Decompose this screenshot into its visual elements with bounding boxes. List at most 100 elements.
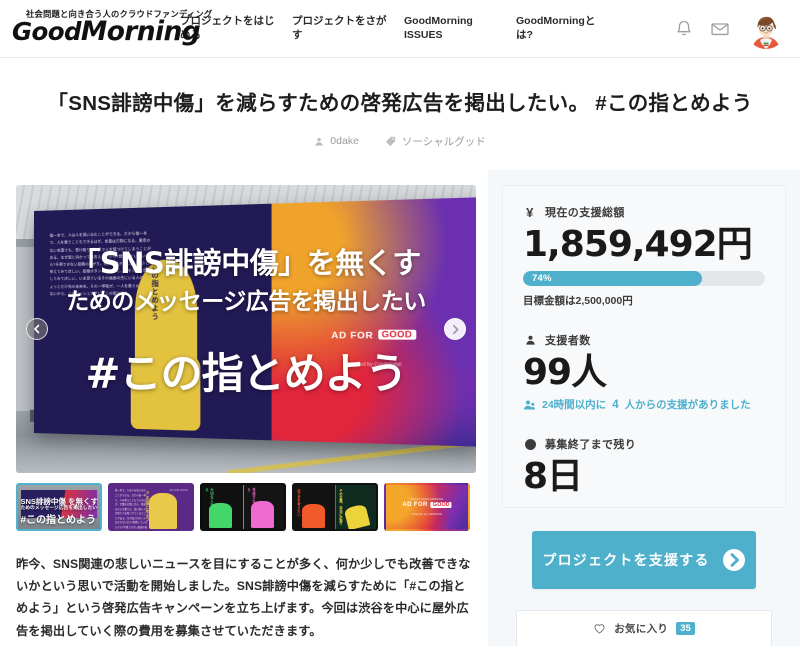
recent-support-note: 24時間以内に 4 人からの支援がありました (523, 397, 765, 412)
thumb-4-left: 伝え方を考えたい (294, 485, 335, 529)
thumb-3-green-text: 大切な人を守りたいから (204, 487, 214, 526)
thumb-image-5: SOCIAL GOOD CAMPAIGN AD FOR GOOD Powered… (386, 485, 468, 529)
category-name: ソーシャルグッド (401, 135, 486, 148)
deadline-label-row: 募集終了まで残り (523, 436, 765, 452)
pointing-hand-icon (149, 492, 178, 529)
ad-for-good-badge: GOOD (378, 329, 417, 340)
deadline-value: 8日 (523, 456, 583, 497)
favorite-count: 35 (676, 622, 695, 635)
deadline-block: 募集終了まで残り 8日 (523, 436, 765, 499)
header-actions (674, 8, 800, 49)
thumb-3-right: 見逃さないで欲しいから (243, 485, 284, 529)
thumb-2-vertical: #この指とめよう (145, 491, 151, 522)
recent-note-post: 人からの支援がありました (624, 399, 751, 411)
funding-stats-card: ¥ 現在の支援総額 1,859,492円 74% 目標金額は2,500,000円 (502, 185, 786, 508)
thumb-line-3: #この指とめよう (20, 514, 97, 526)
orange-hand-icon (302, 503, 326, 529)
recent-note-pre: 24時間以内に (542, 399, 607, 411)
project-meta: 0dake ソーシャルグッド (0, 134, 800, 149)
amount-block: ¥ 現在の支援総額 1,859,492円 74% 目標金額は2,500,000円 (523, 204, 765, 308)
pointing-hand-graphic (135, 259, 198, 432)
thumb-orange-yellow-hands[interactable]: 伝え方を考えたい その言葉、本当に必要? (292, 483, 378, 531)
bell-icon[interactable] (674, 19, 694, 39)
carousel-prev-button[interactable] (26, 318, 48, 340)
funding-progress-fill: 74% (523, 271, 703, 286)
author-meta[interactable]: 0dake (314, 135, 359, 147)
thumb-4-orange-text: 伝え方を考えたい (296, 488, 301, 516)
person-icon (314, 136, 324, 147)
carousel-next-button[interactable] (444, 318, 466, 340)
amount-value: 1,859,492円 (523, 224, 753, 265)
thumb-2-tag: AD FOR GOOD (169, 488, 188, 492)
billboard-copy-text: 指一本で、人は人を追い込むことができる。だから指一本で、人を救うこともできるはず… (50, 231, 152, 296)
thumb-5-logo: AD FOR GOOD (402, 502, 452, 509)
ad-for-good-logo: AD FOR GOOD (331, 329, 417, 341)
ad-for-good-text: AD FOR (331, 329, 374, 341)
site-header: 社会問題と向き合う人のクラウドファンディング GoodMorning プロジェク… (0, 0, 800, 58)
support-project-button[interactable]: プロジェクトを支援する (532, 531, 756, 589)
thumb-4-right: その言葉、本当に必要? (335, 485, 376, 529)
thumb-image-1: SNS誹謗中傷 を無くす ためのメッセージ広告を掲出したい #この指とめよう (18, 485, 100, 529)
deadline-label: 募集終了まで残り (545, 439, 637, 451)
supporters-label-row: 支援者数 (523, 332, 765, 348)
content-area: 指一本で、人は人を追い込むことができる。だから指一本で、人を救うこともできるはず… (0, 170, 800, 646)
mail-icon[interactable] (710, 19, 730, 39)
amount-label-row: ¥ 現在の支援総額 (523, 204, 765, 220)
page-title: 「SNS誹謗中傷」を減らすための啓発広告を掲出したい。 #この指とめよう (47, 92, 753, 115)
thumb-4-yellow-text: その言葉、本当に必要? (338, 488, 343, 525)
project-page: 社会問題と向き合う人のクラウドファンディング GoodMorning プロジェク… (0, 0, 800, 646)
thumb-purple-hand[interactable]: 指一本で、人は人を追い込むことができる。だから指一本で、人を救うこともできるはず… (108, 483, 194, 531)
billboard-left-panel: 指一本で、人は人を追い込むことができる。だから指一本で、人を救うこともできるはず… (34, 203, 272, 441)
hero-photo: 指一本で、人は人を追い込むことができる。だから指一本で、人を救うこともできるはず… (16, 185, 476, 473)
thumb-5-bottom-text: Powered by CAMPFIRE (412, 512, 442, 517)
thumb-3-left: 大切な人を守りたいから (202, 485, 243, 529)
divider-1 (523, 314, 765, 332)
favorite-label: お気に入り (614, 623, 669, 635)
user-avatar[interactable] (746, 8, 786, 49)
author-name: 0dake (330, 135, 359, 148)
billboard-vertical-text: #この指とめよう (151, 257, 159, 321)
funding-progress-bar: 74% (523, 271, 765, 286)
thumb-5-text: AD FOR (402, 502, 428, 509)
supporters-value: 99人 (523, 352, 607, 393)
supporters-label: 支援者数 (545, 335, 591, 347)
yellow-hand-icon (344, 503, 371, 529)
thumb-billboard-station[interactable]: SNS誹謗中傷 を無くす ためのメッセージ広告を掲出したい #この指とめよう (16, 483, 102, 531)
nav-find-project[interactable]: プロジェクトをさがす (292, 14, 388, 42)
thumb-5-badge: GOOD (430, 502, 452, 509)
billboard-poster: 指一本で、人は人を追い込むことができる。だから指一本で、人を救うこともできるはず… (34, 197, 476, 447)
favorite-button[interactable]: お気に入り 35 (516, 610, 772, 646)
recent-note-count: 4 (612, 398, 619, 411)
main-nav: プロジェクトをはじめる プロジェクトをさがす GoodMorning ISSUE… (180, 0, 674, 58)
goal-amount-text: 目標金額は2,500,000円 (523, 295, 633, 307)
amount-label: 現在の支援総額 (545, 207, 625, 219)
brand-logo-good: Good (12, 16, 82, 46)
hero-carousel[interactable]: 指一本で、人は人を追い込むことができる。だから指一本で、人を救うこともできるはず… (16, 185, 476, 473)
left-column: 指一本で、人は人を追い込むことができる。だから指一本で、人を救うこともできるはず… (0, 170, 488, 642)
right-column: ¥ 現在の支援総額 1,859,492円 74% 目標金額は2,500,000円 (488, 170, 800, 646)
thumbnail-strip: SNS誹謗中傷 を無くす ためのメッセージ広告を掲出したい #この指とめよう 指… (16, 483, 476, 531)
site-logo[interactable]: 社会問題と向き合う人のクラウドファンディング GoodMorning (0, 0, 212, 58)
support-button-label: プロジェクトを支援する (542, 552, 710, 568)
yen-icon: ¥ (526, 204, 534, 220)
nav-about[interactable]: GoodMorningとは? (516, 14, 608, 42)
progress-percent-label: 74% (532, 273, 552, 284)
clock-icon (523, 438, 537, 451)
project-description: 昨今、SNS関連の悲しいニュースを目にすることが多く、何か少しでも改善できないか… (16, 557, 471, 638)
nav-issues[interactable]: GoodMorning ISSUES (404, 14, 500, 42)
category-meta[interactable]: ソーシャルグッド (385, 134, 486, 149)
heart-icon (593, 622, 606, 635)
thumb-green-pink-hands[interactable]: 大切な人を守りたいから 見逃さないで欲しいから (200, 483, 286, 531)
thumb-2-copy: 指一本で、人は人を追い込むことができる。だから指一本で、人を救うこともできるはず… (114, 489, 148, 529)
thumb-5-top-text: SOCIAL GOOD CAMPAIGN (410, 498, 444, 502)
people-icon (523, 399, 536, 411)
person-icon (523, 334, 537, 346)
ad-for-good-subtitle: Powered by CAMPFIRE (345, 360, 403, 367)
brand-logo-text: GoodMorning (12, 15, 201, 47)
thumb-ad-for-good[interactable]: SOCIAL GOOD CAMPAIGN AD FOR GOOD Powered… (384, 483, 470, 531)
arrow-right-circle-icon (722, 548, 746, 572)
thumb-3-pink-text: 見逃さないで欲しいから (246, 487, 256, 526)
tag-icon (385, 136, 396, 147)
brand-logo-morning: Morning (80, 15, 201, 47)
thumb-image-2: 指一本で、人は人を追い込むことができる。だから指一本で、人を救うこともできるはず… (110, 485, 192, 529)
